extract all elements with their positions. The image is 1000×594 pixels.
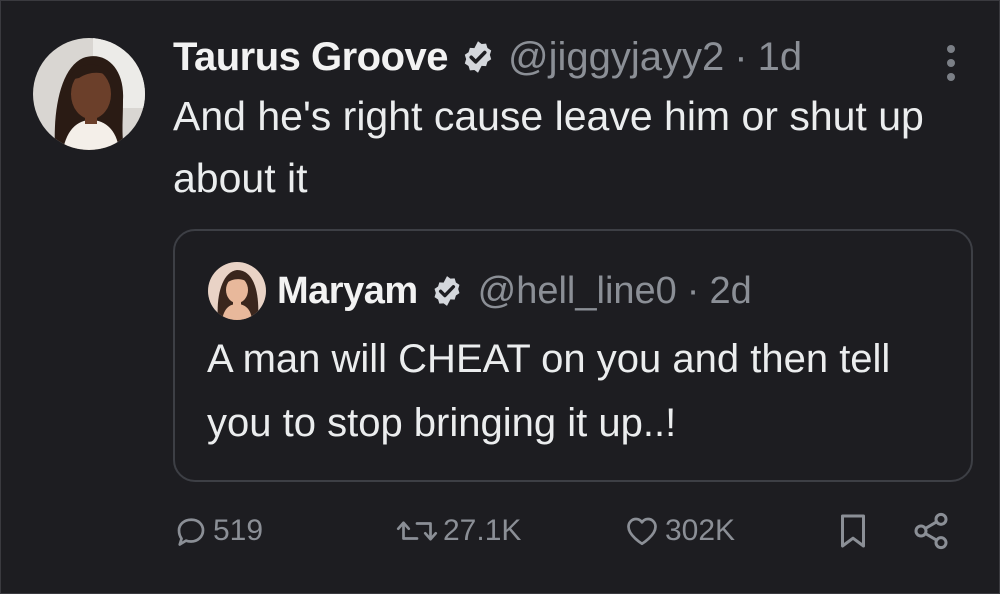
share-button[interactable] [911, 506, 951, 556]
heart-icon [627, 517, 657, 546]
share-icon [914, 512, 948, 550]
verified-badge-icon [460, 39, 496, 75]
quoted-tweet-time[interactable]: 2d [709, 270, 751, 313]
quoted-author-handle[interactable]: @hell_line0 [478, 270, 677, 313]
quoted-tweet[interactable]: Maryam @hell_line0 · 2d A man will CHEAT… [173, 229, 973, 482]
quoted-author-name[interactable]: Maryam [277, 270, 418, 313]
tweet-time[interactable]: 1d [758, 35, 803, 80]
quoted-tweet-text: A man will CHEAT on you and then tell yo… [207, 337, 891, 445]
header-separator: · [734, 34, 748, 79]
tweet-card[interactable]: Taurus Groove @jiggyjayy2 · 1d And he's … [0, 0, 1000, 594]
verified-badge-icon [430, 274, 464, 308]
quoted-tweet-header: Maryam @hell_line0 · 2d [277, 263, 752, 319]
quoted-avatar-image [208, 262, 266, 320]
quoted-author-avatar[interactable] [208, 262, 266, 320]
retweet-count: 27.1K [443, 514, 522, 547]
reply-button[interactable]: 519 [173, 506, 263, 556]
tweet-actions: 519 27.1K 302K [173, 506, 963, 556]
like-button[interactable]: 302K [623, 506, 735, 556]
retweet-button[interactable]: 27.1K [395, 506, 521, 556]
reply-count: 519 [213, 514, 264, 547]
tweet-header: Taurus Groove @jiggyjayy2 · 1d [173, 29, 802, 85]
author-avatar[interactable] [33, 38, 145, 150]
author-name[interactable]: Taurus Groove [173, 35, 449, 80]
like-count: 302K [665, 514, 736, 547]
bookmark-icon [841, 514, 865, 548]
author-avatar-image [33, 38, 145, 150]
author-handle[interactable]: @jiggyjayy2 [508, 35, 724, 80]
comment-bubble-icon [177, 518, 205, 546]
quoted-header-separator: · [686, 269, 700, 312]
tweet-text: And he's right cause leave him or shut u… [173, 93, 924, 201]
retweet-icon [396, 521, 438, 541]
bookmark-button[interactable] [835, 506, 871, 556]
more-vertical-icon[interactable] [939, 45, 963, 81]
